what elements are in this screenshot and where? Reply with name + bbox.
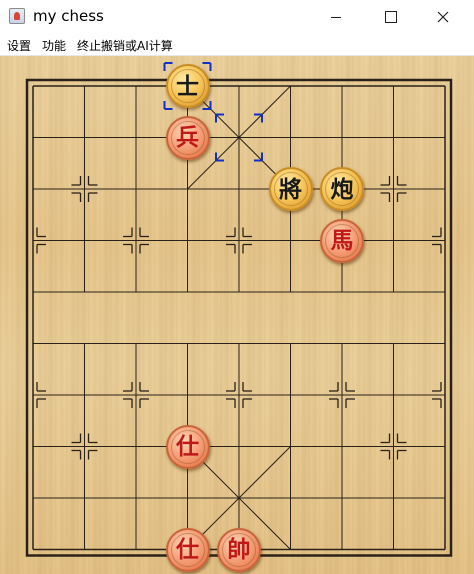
menu-functions[interactable]: 功能 [42,37,66,54]
board-grid [25,62,453,557]
title-bar: my chess [0,0,474,34]
piece-red-advisor-1[interactable]: 仕 [165,424,210,469]
piece-character: 仕 [176,433,199,460]
piece-black-advisor[interactable]: 士 [165,64,210,108]
close-button[interactable] [420,0,466,34]
piece-character: 將 [279,175,302,203]
menu-bar: 设置 功能 终止搬销或AI计算 [0,34,474,56]
piece-character: 炮 [330,175,354,203]
window-title: my chess [33,7,104,25]
piece-black-general[interactable]: 將 [268,167,313,211]
chess-board[interactable]: 士將炮兵馬仕仕帥 [0,56,474,574]
piece-character: 兵 [176,124,199,151]
maximize-button[interactable] [368,0,414,34]
piece-red-advisor-2[interactable]: 仕 [165,527,210,572]
java-app-icon [9,8,25,24]
piece-character: 馬 [330,227,354,254]
close-icon [437,11,449,23]
piece-red-horse[interactable]: 馬 [320,218,364,263]
piece-character: 帥 [227,536,251,563]
minimize-button[interactable] [313,0,359,34]
piece-black-cannon[interactable]: 炮 [320,167,364,211]
piece-character: 士 [176,72,199,100]
menu-settings[interactable]: 设置 [7,37,31,54]
piece-red-soldier[interactable]: 兵 [165,115,210,160]
menu-stop-undo-ai[interactable]: 终止搬销或AI计算 [77,37,173,54]
piece-character: 仕 [176,536,199,563]
piece-red-king[interactable]: 帥 [217,527,261,572]
